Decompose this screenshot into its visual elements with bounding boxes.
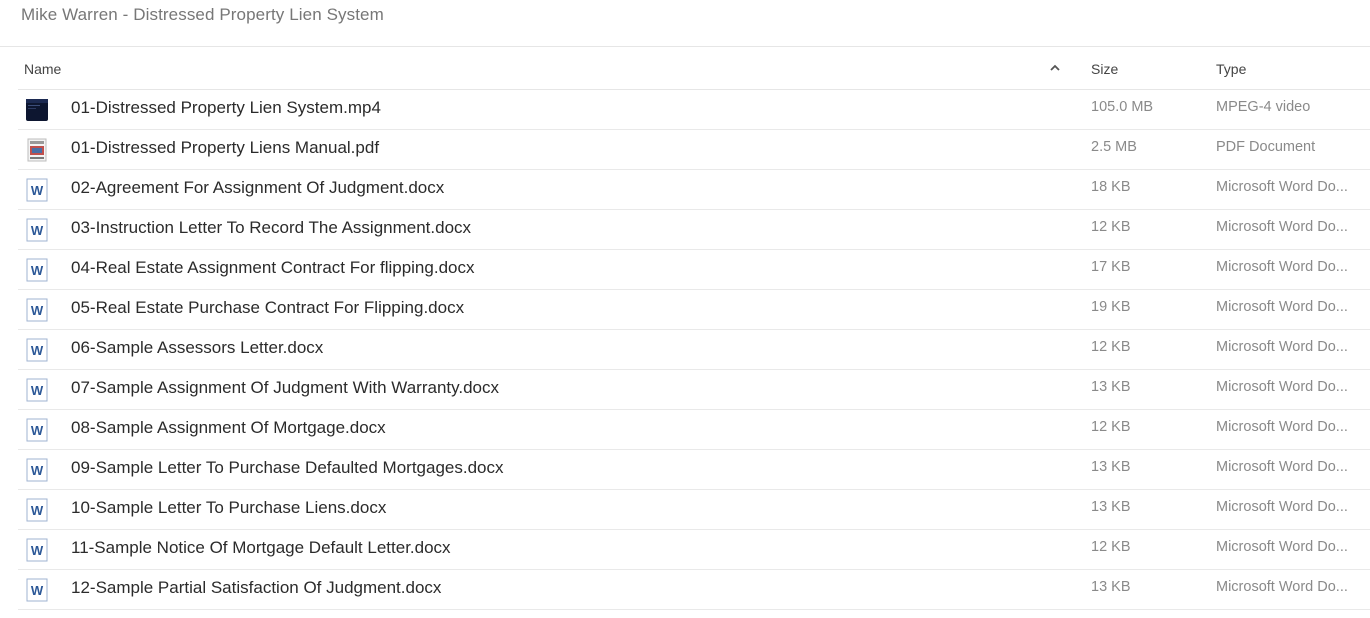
svg-text:W: W [31, 383, 44, 398]
file-type: Microsoft Word Do... [1216, 179, 1348, 195]
chevron-up-icon[interactable] [1049, 62, 1061, 74]
file-row[interactable]: W 03-Instruction Letter To Record The Ass… [18, 210, 1370, 250]
file-type: MPEG-4 video [1216, 99, 1311, 115]
video-thumbnail-icon [25, 98, 49, 122]
file-table: Name Size Type 01-Distressed Property Li… [18, 48, 1370, 610]
file-type: Microsoft Word Do... [1216, 419, 1348, 435]
table-header: Name Size Type [18, 48, 1370, 90]
file-name[interactable]: 12-Sample Partial Satisfaction Of Judgme… [71, 570, 441, 605]
column-header-type[interactable]: Type [1216, 61, 1246, 77]
file-name[interactable]: 04-Real Estate Assignment Contract For f… [71, 250, 474, 285]
file-type: PDF Document [1216, 139, 1316, 155]
file-size: 12 KB [1091, 539, 1131, 555]
file-name[interactable]: 03-Instruction Letter To Record The Assi… [71, 210, 471, 245]
file-type: Microsoft Word Do... [1216, 499, 1348, 515]
svg-text:W: W [31, 583, 44, 598]
file-name[interactable]: 10-Sample Letter To Purchase Liens.docx [71, 490, 386, 525]
word-doc-icon: W [25, 378, 49, 402]
pdf-thumbnail-icon [25, 138, 49, 162]
file-size: 12 KB [1091, 219, 1131, 235]
column-header-name[interactable]: Name [24, 61, 61, 77]
word-doc-icon: W [25, 338, 49, 362]
file-row[interactable]: W 02-Agreement For Assignment Of Judgment… [18, 170, 1370, 210]
file-size: 105.0 MB [1091, 99, 1154, 115]
file-row[interactable]: W 08-Sample Assignment Of Mortgage.docx 12… [18, 410, 1370, 450]
file-name[interactable]: 07-Sample Assignment Of Judgment With Wa… [71, 370, 499, 405]
file-row[interactable]: W 12-Sample Partial Satisfaction Of Judgm… [18, 570, 1370, 610]
file-size: 12 KB [1091, 419, 1131, 435]
svg-text:W: W [31, 263, 44, 278]
file-row[interactable]: W 05-Real Estate Purchase Contract For Fl… [18, 290, 1370, 330]
file-row[interactable]: W 06-Sample Assessors Letter.docx 12 KB Mic… [18, 330, 1370, 370]
file-row[interactable]: 01-Distressed Property Liens Manual.pdf 2… [18, 130, 1370, 170]
divider [0, 46, 1370, 47]
svg-text:W: W [31, 183, 44, 198]
file-row[interactable]: W 04-Real Estate Assignment Contract For … [18, 250, 1370, 290]
file-size: 13 KB [1091, 499, 1131, 515]
file-name[interactable]: 05-Real Estate Purchase Contract For Fli… [71, 290, 464, 325]
file-name[interactable]: 08-Sample Assignment Of Mortgage.docx [71, 410, 386, 445]
file-row[interactable]: 01-Distressed Property Lien System.mp4 10… [18, 90, 1370, 130]
svg-text:W: W [31, 303, 44, 318]
file-name[interactable]: 09-Sample Letter To Purchase Defaulted M… [71, 450, 504, 485]
file-name[interactable]: 02-Agreement For Assignment Of Judgment.… [71, 170, 444, 205]
svg-text:W: W [31, 223, 44, 238]
word-doc-icon: W [25, 218, 49, 242]
page-title: Mike Warren - Distressed Property Lien S… [21, 5, 384, 24]
word-doc-icon: W [25, 538, 49, 562]
word-doc-icon: W [25, 498, 49, 522]
svg-text:W: W [31, 543, 44, 558]
file-type: Microsoft Word Do... [1216, 219, 1348, 235]
word-doc-icon: W [25, 298, 49, 322]
file-size: 19 KB [1091, 299, 1131, 315]
file-name[interactable]: 11-Sample Notice Of Mortgage Default Let… [71, 530, 451, 565]
file-size: 18 KB [1091, 179, 1131, 195]
file-type: Microsoft Word Do... [1216, 379, 1348, 395]
svg-text:W: W [31, 423, 44, 438]
svg-text:W: W [31, 503, 44, 518]
file-size: 17 KB [1091, 259, 1131, 275]
word-doc-icon: W [25, 258, 49, 282]
file-type: Microsoft Word Do... [1216, 459, 1348, 475]
file-size: 13 KB [1091, 459, 1131, 475]
file-name[interactable]: 06-Sample Assessors Letter.docx [71, 330, 323, 365]
file-name[interactable]: 01-Distressed Property Lien System.mp4 [71, 90, 381, 125]
file-type: Microsoft Word Do... [1216, 339, 1348, 355]
file-row[interactable]: W 07-Sample Assignment Of Judgment With W… [18, 370, 1370, 410]
file-type: Microsoft Word Do... [1216, 259, 1348, 275]
file-row[interactable]: W 09-Sample Letter To Purchase Defaulted … [18, 450, 1370, 490]
file-size: 2.5 MB [1091, 139, 1137, 155]
file-type: Microsoft Word Do... [1216, 539, 1348, 555]
file-size: 12 KB [1091, 339, 1131, 355]
file-row[interactable]: W 11-Sample Notice Of Mortgage Default Le… [18, 530, 1370, 570]
word-doc-icon: W [25, 458, 49, 482]
word-doc-icon: W [25, 418, 49, 442]
svg-text:W: W [31, 463, 44, 478]
file-type: Microsoft Word Do... [1216, 579, 1348, 595]
file-list: 01-Distressed Property Lien System.mp4 10… [18, 90, 1370, 610]
file-type: Microsoft Word Do... [1216, 299, 1348, 315]
column-header-size[interactable]: Size [1091, 61, 1118, 77]
file-size: 13 KB [1091, 579, 1131, 595]
file-row[interactable]: W 10-Sample Letter To Purchase Liens.docx… [18, 490, 1370, 530]
word-doc-icon: W [25, 178, 49, 202]
file-size: 13 KB [1091, 379, 1131, 395]
svg-text:W: W [31, 343, 44, 358]
file-name[interactable]: 01-Distressed Property Liens Manual.pdf [71, 130, 379, 165]
word-doc-icon: W [25, 578, 49, 602]
